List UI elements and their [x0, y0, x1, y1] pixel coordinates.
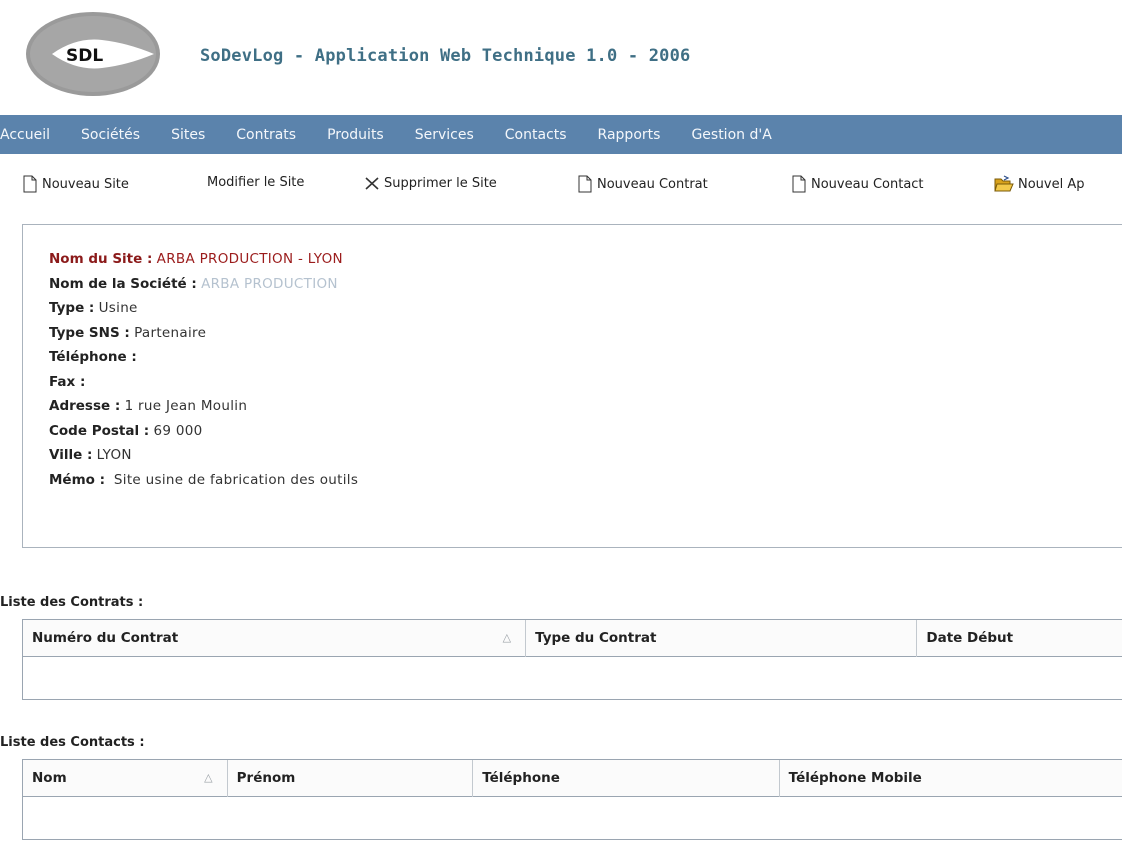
type-row: Type : Usine — [49, 296, 358, 321]
site-name-label: Nom du Site : — [49, 251, 153, 267]
toolbar: Nouveau Site Modifier le Site Supprimer … — [0, 154, 1122, 220]
sort-asc-icon: △ — [204, 771, 213, 784]
col-start-date-label: Date Début — [926, 630, 1014, 646]
new-ap-label: Nouvel Ap — [1018, 176, 1085, 192]
new-contract-label: Nouveau Contrat — [597, 176, 708, 192]
city-label: Ville : — [49, 447, 93, 463]
col-phone-label: Téléphone — [482, 770, 560, 786]
company-label: Nom de la Société : — [49, 275, 197, 292]
phone-label: Téléphone : — [49, 349, 137, 365]
delete-site-label: Supprimer le Site — [384, 175, 497, 191]
contacts-grid-header: Nom △ Prénom Téléphone Téléphone Mobile — [23, 760, 1122, 797]
address-row: Adresse : 1 rue Jean Moulin — [49, 394, 358, 419]
logo-icon: SDL — [26, 12, 160, 96]
main-nav: Accueil Sociétés Sites Contrats Produits… — [0, 115, 1122, 154]
new-contact-label: Nouveau Contact — [811, 176, 924, 192]
new-doc-icon — [578, 175, 592, 193]
nav-contacts[interactable]: Contacts — [505, 127, 567, 143]
site-name-row: Nom du Site : ARBA PRODUCTION - LYON — [49, 247, 358, 272]
col-last-name[interactable]: Nom △ — [23, 760, 228, 797]
contacts-grid-body — [23, 797, 1122, 839]
nav-societes[interactable]: Sociétés — [81, 127, 140, 143]
col-start-date[interactable]: Date Début — [917, 620, 1122, 657]
col-contract-type[interactable]: Type du Contrat — [526, 620, 918, 657]
address-value: 1 rue Jean Moulin — [124, 398, 248, 414]
site-details-panel: Nom du Site : ARBA PRODUCTION - LYON Nom… — [22, 224, 1122, 548]
app-header: SDL SoDevLog - Application Web Technique… — [0, 0, 1122, 112]
fax-row: Fax : — [49, 370, 358, 395]
nav-services[interactable]: Services — [415, 127, 474, 143]
type-value: Usine — [98, 300, 138, 316]
memo-value: Site usine de fabrication des outils — [109, 471, 359, 488]
delete-site-button[interactable]: Supprimer le Site — [364, 175, 497, 191]
open-folder-icon — [994, 175, 1014, 192]
type-label: Type : — [49, 300, 95, 316]
city-value: LYON — [96, 447, 132, 463]
postal-label: Code Postal : — [49, 422, 150, 439]
postal-row: Code Postal : 69 000 — [49, 419, 358, 444]
nav-contrats[interactable]: Contrats — [236, 127, 296, 143]
company-link[interactable]: ARBA PRODUCTION — [201, 276, 338, 292]
sns-row: Type SNS : Partenaire — [49, 321, 358, 346]
sns-label: Type SNS : — [49, 324, 130, 341]
new-site-label: Nouveau Site — [42, 176, 129, 192]
company-row: Nom de la Société : ARBA PRODUCTION — [49, 272, 358, 297]
edit-site-button[interactable]: Modifier le Site — [207, 175, 304, 190]
col-first-name[interactable]: Prénom — [228, 760, 474, 797]
col-contract-number-label: Numéro du Contrat — [32, 630, 179, 646]
new-doc-icon — [23, 175, 37, 193]
col-contract-type-label: Type du Contrat — [535, 630, 657, 646]
city-row: Ville : LYON — [49, 443, 358, 468]
col-contract-number[interactable]: Numéro du Contrat △ — [23, 620, 527, 657]
nav-accueil[interactable]: Accueil — [0, 127, 50, 143]
app-title: SoDevLog - Application Web Technique 1.0… — [200, 46, 691, 66]
site-name-value: ARBA PRODUCTION - LYON — [156, 251, 343, 267]
new-ap-button[interactable]: Nouvel Ap — [994, 175, 1085, 193]
memo-label: Mémo : — [49, 471, 106, 488]
col-mobile-phone-label: Téléphone Mobile — [788, 770, 922, 786]
phone-row: Téléphone : — [49, 345, 358, 370]
nav-gestion[interactable]: Gestion d'A — [691, 127, 771, 143]
col-phone[interactable]: Téléphone — [473, 760, 780, 797]
memo-row: Mémo : Site usine de fabrication des out… — [49, 468, 358, 493]
col-last-name-label: Nom — [32, 770, 67, 786]
contracts-grid-body — [23, 657, 1122, 699]
edit-site-label: Modifier le Site — [207, 175, 305, 190]
contracts-grid-header: Numéro du Contrat △ Type du Contrat Date… — [23, 620, 1122, 657]
sort-asc-icon: △ — [502, 631, 512, 644]
nav-produits[interactable]: Produits — [327, 127, 384, 143]
logo-text: SDL — [66, 46, 103, 66]
contacts-grid: Nom △ Prénom Téléphone Téléphone Mobile — [22, 759, 1122, 840]
contracts-section-title: Liste des Contrats : — [0, 595, 144, 610]
contracts-grid: Numéro du Contrat △ Type du Contrat Date… — [22, 619, 1122, 700]
nav-rapports[interactable]: Rapports — [598, 127, 661, 143]
delete-x-icon — [365, 177, 379, 190]
sns-value: Partenaire — [134, 324, 207, 341]
fax-label: Fax : — [49, 373, 86, 390]
contacts-section-title: Liste des Contacts : — [0, 735, 145, 750]
new-contact-button[interactable]: Nouveau Contact — [791, 175, 924, 193]
postal-value: 69 000 — [153, 422, 203, 439]
new-contract-button[interactable]: Nouveau Contrat — [577, 175, 708, 193]
new-site-button[interactable]: Nouveau Site — [22, 175, 129, 193]
new-doc-icon — [792, 175, 806, 193]
address-label: Adresse : — [49, 398, 121, 414]
nav-sites[interactable]: Sites — [171, 127, 205, 143]
col-first-name-label: Prénom — [236, 770, 296, 786]
col-mobile-phone[interactable]: Téléphone Mobile — [780, 760, 1122, 797]
